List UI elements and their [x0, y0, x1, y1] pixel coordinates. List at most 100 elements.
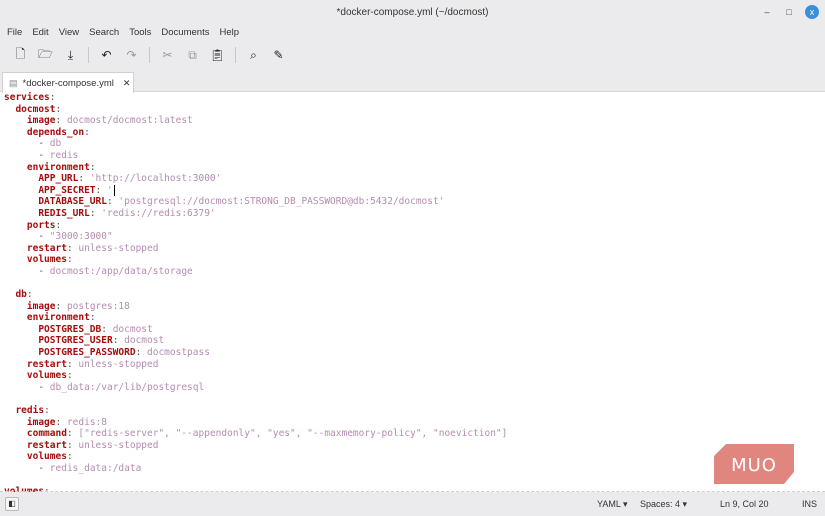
maximize-button[interactable]: □ — [783, 7, 795, 17]
yaml-key: redis — [15, 405, 45, 417]
yaml-value: redis:8 — [66, 416, 107, 428]
paste-icon[interactable]: 📋︎ — [205, 48, 230, 62]
colon: : — [66, 370, 73, 382]
text-editor[interactable]: services: docmost: image: docmost/docmos… — [0, 92, 825, 492]
undo-icon[interactable]: ↶ — [94, 48, 119, 62]
colon: : — [55, 300, 67, 312]
redo-icon[interactable]: ↷ — [119, 48, 144, 62]
minimize-button[interactable]: – — [761, 7, 773, 17]
code-line: image: postgres:18 — [4, 301, 825, 313]
code-line: depends_on: — [4, 127, 825, 139]
yaml-value: docmostpass — [147, 347, 210, 359]
code-line: - "3000:3000" — [4, 231, 825, 243]
yaml-key: restart — [26, 358, 67, 370]
close-button[interactable]: x — [805, 5, 819, 19]
yaml-value: "3000:3000" — [49, 231, 113, 243]
sidebar-toggle-icon[interactable]: ◧ — [5, 497, 19, 511]
yaml-key: DATABASE_URL — [38, 196, 107, 208]
yaml-key: image — [26, 300, 56, 312]
yaml-key: volumes — [26, 370, 67, 382]
open-file-icon[interactable]: 🗁 — [33, 45, 58, 66]
colon: : — [112, 335, 125, 347]
colon: : — [78, 173, 90, 185]
code-line: volumes: — [4, 370, 825, 382]
code-line: - db — [4, 138, 825, 150]
yaml-value: unless-stopped — [78, 358, 159, 370]
language-selector[interactable]: YAML ▾ — [597, 499, 628, 510]
tab-docker-compose[interactable]: ▤ *docker-compose.yml ✕ — [2, 72, 134, 93]
menu-bar: File Edit View Search Tools Documents He… — [0, 24, 825, 40]
yaml-value: 'postgresql://docmost:STRONG_DB_PASSWORD… — [118, 196, 445, 208]
code-line: POSTGRES_DB: docmost — [4, 324, 825, 336]
replace-icon[interactable]: ✎ — [266, 48, 291, 62]
tab-close-icon[interactable]: ✕ — [123, 78, 131, 89]
toolbar-separator — [149, 47, 150, 63]
indent-selector[interactable]: Spaces: 4 ▾ — [640, 499, 687, 510]
code-line: APP_SECRET: ' — [4, 184, 825, 197]
new-file-icon[interactable]: 🗋 — [8, 45, 33, 66]
yaml-value: db — [49, 138, 62, 150]
colon: : — [66, 428, 79, 440]
yaml-key: REDIS_URL — [38, 207, 90, 219]
yaml-value: postgres:18 — [66, 300, 130, 312]
yaml-key: db — [15, 289, 27, 301]
code-line: volumes: — [4, 254, 825, 266]
code-line: restart: unless-stopped — [4, 243, 825, 255]
search-icon[interactable]: ⌕ — [241, 48, 266, 63]
toolbar-separator — [88, 47, 89, 63]
colon: : — [95, 184, 107, 196]
title-bar: *docker-compose.yml (~/docmost) – □ x — [0, 0, 825, 24]
yaml-key: image — [26, 115, 56, 127]
yaml-key: APP_SECRET — [38, 184, 96, 196]
menu-edit[interactable]: Edit — [27, 27, 53, 38]
yaml-value: redis — [49, 149, 79, 161]
colon: : — [101, 323, 113, 335]
yaml-value: docmost — [112, 323, 153, 335]
yaml-key: environment — [26, 312, 90, 324]
colon: : — [135, 347, 148, 359]
yaml-value: docmost — [124, 335, 165, 347]
insert-mode: INS — [802, 499, 818, 509]
menu-help[interactable]: Help — [214, 27, 244, 38]
colon: : — [49, 92, 56, 103]
yaml-key: POSTGRES_PASSWORD — [38, 347, 136, 359]
colon: : — [55, 416, 67, 428]
code-line: DATABASE_URL: 'postgresql://docmost:STRO… — [4, 196, 825, 208]
menu-documents[interactable]: Documents — [156, 27, 214, 38]
yaml-key: services — [4, 92, 50, 103]
menu-tools[interactable]: Tools — [124, 27, 156, 38]
yaml-key: restart — [26, 242, 67, 254]
menu-file[interactable]: File — [2, 27, 27, 38]
tab-label: *docker-compose.yml — [22, 77, 114, 89]
yaml-key: image — [26, 416, 56, 428]
colon: : — [89, 161, 96, 173]
yaml-value: redis_data:/data — [49, 463, 142, 474]
code-line: - db_data:/var/lib/postgresql — [4, 382, 825, 394]
yaml-value: unless-stopped — [78, 439, 159, 451]
colon: : — [55, 103, 62, 115]
copy-icon[interactable]: ⧉ — [180, 48, 205, 63]
menu-view[interactable]: View — [54, 27, 84, 38]
colon: : — [66, 254, 73, 266]
save-icon[interactable]: ⤓ — [58, 48, 83, 63]
cut-icon[interactable]: ✂ — [155, 48, 180, 62]
menu-search[interactable]: Search — [84, 27, 124, 38]
yaml-value: ["redis-server", "--appendonly", "yes", … — [78, 428, 508, 440]
